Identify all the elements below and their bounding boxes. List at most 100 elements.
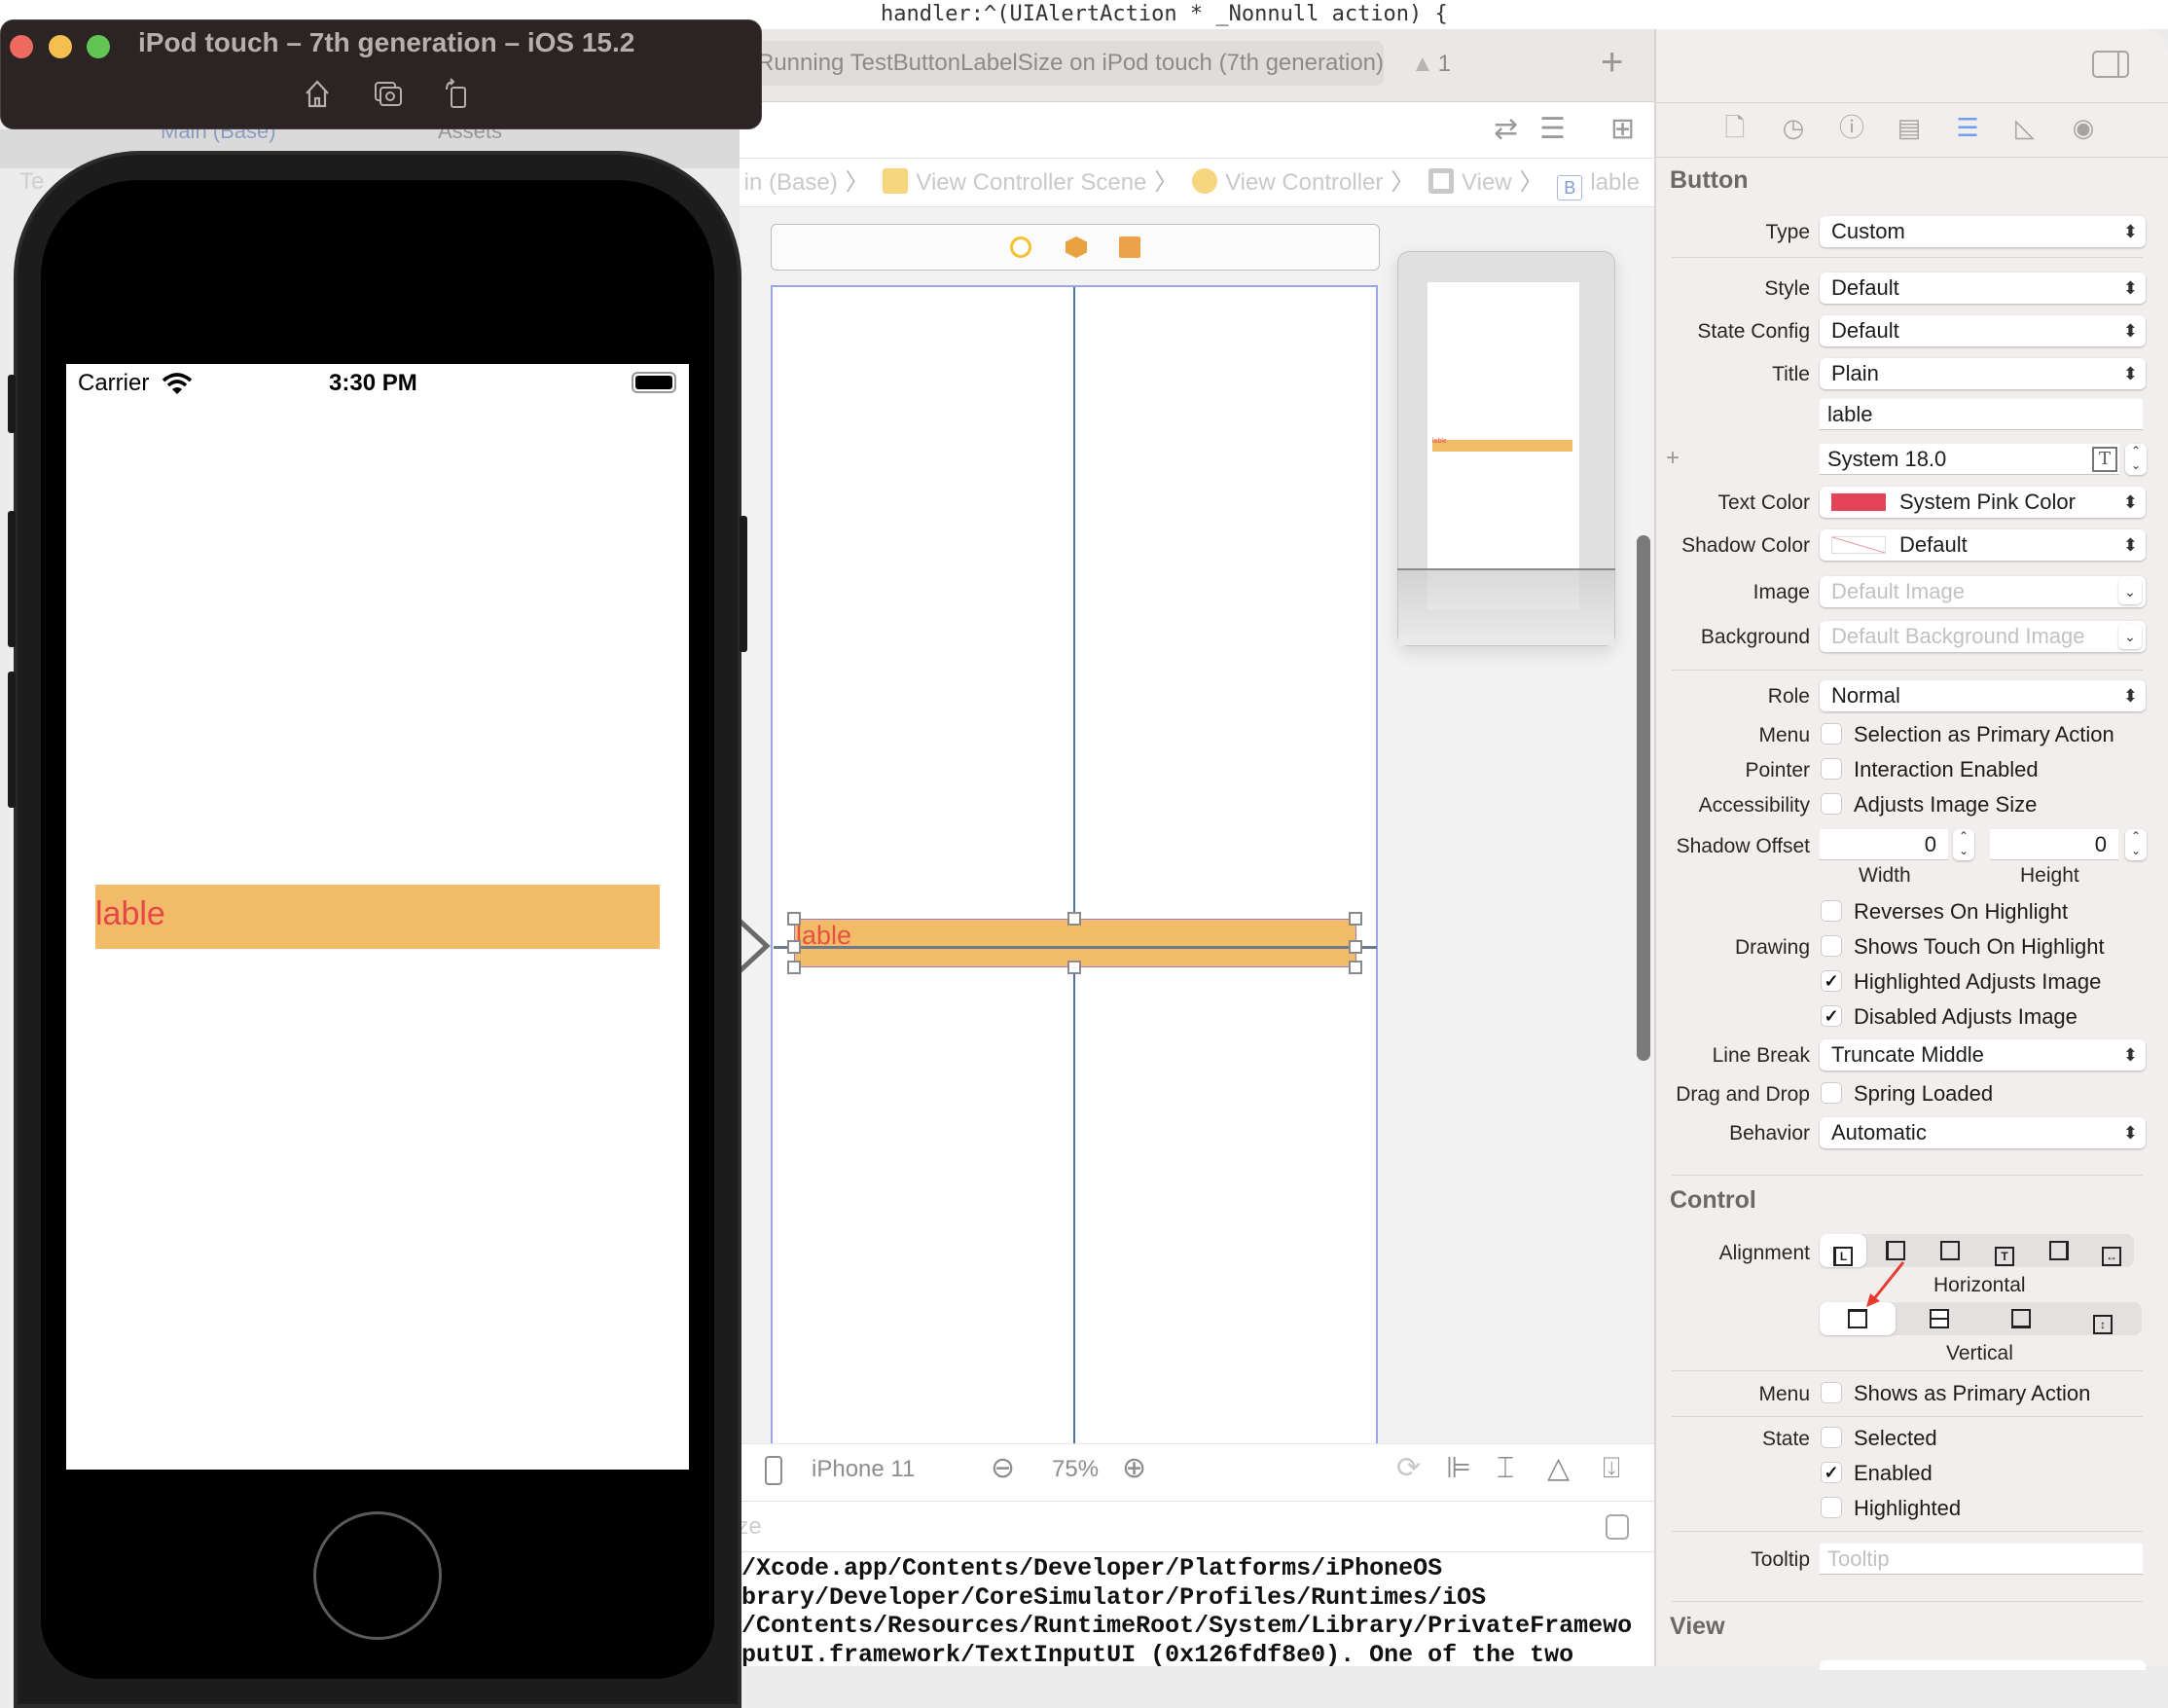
shows-touch-checkbox[interactable] [1821, 935, 1842, 957]
highlighted-adjusts-image-checkbox[interactable]: ✓ [1821, 970, 1842, 992]
breadcrumb-item[interactable]: in (Base) [744, 169, 838, 196]
breadcrumb-item[interactable]: View Controller [1225, 169, 1383, 196]
type-label: Type [1765, 221, 1810, 243]
home-icon[interactable] [303, 78, 332, 109]
view-popup-partial[interactable] [1820, 1660, 2146, 1670]
file-inspector-icon[interactable]: 🗋 [1720, 113, 1750, 142]
disabled-adjusts-image-checkbox[interactable]: ✓ [1821, 1005, 1842, 1027]
resize-handle[interactable] [1349, 940, 1362, 954]
zoom-button[interactable] [87, 35, 110, 58]
shadow-width-field[interactable]: 0 [1820, 829, 1948, 860]
resize-handle[interactable] [1067, 961, 1081, 974]
shadow-height-field[interactable]: 0 [1990, 829, 2118, 860]
editor-options-icon[interactable]: ☰ [1539, 115, 1566, 144]
device-selector[interactable]: iPhone 11 [812, 1456, 915, 1483]
type-popup[interactable]: Custom ⬍ [1820, 216, 2146, 247]
background-combo[interactable]: Default Background Image ⌄ [1820, 621, 2146, 652]
pointer-interaction-checkbox[interactable] [1821, 758, 1842, 780]
align-vfill-icon[interactable]: ↕ [2065, 1302, 2141, 1335]
enabled-checkbox[interactable]: ✓ [1821, 1462, 1842, 1483]
resize-handle[interactable] [787, 961, 801, 974]
warning-icon: ▲ [1411, 51, 1434, 77]
line-break-popup[interactable]: Truncate Middle ⬍ [1820, 1039, 2146, 1071]
align-right-icon[interactable] [2036, 1234, 2082, 1267]
selection-primary-action-checkbox[interactable] [1821, 723, 1842, 745]
console-line: ions/Xcode.app/Contents/Developer/Platfo… [683, 1554, 1443, 1582]
align-middle-icon[interactable] [1901, 1302, 1977, 1335]
breadcrumb-item[interactable]: View Controller Scene [916, 169, 1146, 196]
resize-handle[interactable] [1067, 912, 1081, 926]
behavior-popup[interactable]: Automatic ⬍ [1820, 1117, 2146, 1148]
wifi-icon [162, 373, 193, 394]
screenshot-icon[interactable] [374, 78, 403, 109]
home-button[interactable] [313, 1511, 442, 1640]
shows-primary-action-checkbox[interactable] [1821, 1382, 1842, 1403]
reverses-on-highlight-checkbox[interactable] [1821, 900, 1842, 922]
add-variation-icon[interactable]: + [1666, 445, 1680, 472]
zoom-in-icon[interactable]: ⊕ [1122, 1452, 1146, 1485]
align-bottom-icon[interactable] [1983, 1302, 2059, 1335]
align-natural-icon[interactable]: T [1981, 1234, 2028, 1267]
identity-inspector-icon[interactable]: ▤ [1895, 113, 1924, 142]
view-controller-icon[interactable] [1010, 236, 1031, 258]
font-size-stepper[interactable]: ⌃ ⌄ [2125, 444, 2147, 475]
add-constraints-icon[interactable]: ⌶ [1497, 1452, 1514, 1485]
chevron-down-icon[interactable]: ⌄ [2118, 579, 2142, 604]
add-tab-button[interactable]: + [1601, 43, 1623, 82]
resize-handle[interactable] [787, 912, 801, 926]
minimize-button[interactable] [49, 35, 72, 58]
text-color-popup[interactable]: System Pink Color ⬍ [1820, 487, 2146, 518]
align-icon[interactable]: ⊫ [1446, 1452, 1471, 1485]
add-editor-icon[interactable]: ⊞ [1610, 115, 1635, 144]
image-combo[interactable]: Default Image ⌄ [1820, 576, 2146, 607]
breadcrumb-item[interactable]: View [1462, 169, 1512, 196]
shadow-color-popup[interactable]: Default ⬍ [1820, 529, 2146, 561]
resolve-issues-icon[interactable]: △ [1547, 1452, 1570, 1485]
breadcrumb-project[interactable]: Te [19, 168, 44, 196]
highlighted-checkbox[interactable] [1821, 1497, 1842, 1518]
pointer-label: Pointer [1745, 759, 1810, 781]
chevron-down-icon[interactable]: ⌄ [2118, 624, 2142, 649]
simulator-button[interactable] [95, 885, 660, 949]
resize-handle[interactable] [787, 940, 801, 954]
swap-icon[interactable]: ⇄ [1494, 115, 1518, 144]
sidebar-toggle-icon[interactable] [2092, 51, 2129, 78]
shadow-height-stepper[interactable]: ⌃ ⌄ [2125, 829, 2147, 860]
tooltip-field[interactable]: Tooltip [1820, 1544, 2143, 1575]
align-fill-icon[interactable]: ↔ [2090, 1234, 2133, 1267]
breadcrumb-item[interactable]: lable [1590, 169, 1640, 196]
device-icon[interactable] [765, 1456, 782, 1485]
attributes-inspector-icon[interactable]: ☰ [1953, 113, 1982, 142]
connections-inspector-icon[interactable]: ◉ [2069, 113, 2098, 142]
debug-filter-bar [740, 1502, 1654, 1552]
align-center-icon[interactable] [1927, 1234, 1973, 1267]
title-text-field[interactable]: lable [1820, 399, 2143, 430]
style-popup[interactable]: Default ⬍ [1820, 273, 2146, 304]
debug-area-toggle-icon[interactable] [1606, 1514, 1629, 1540]
rotate-icon[interactable] [443, 78, 472, 109]
close-button[interactable] [10, 35, 33, 58]
exit-icon[interactable] [1119, 236, 1140, 258]
selected-checkbox[interactable] [1821, 1427, 1842, 1448]
font-field[interactable]: System 18.0 T [1820, 444, 2119, 475]
shadow-width-stepper[interactable]: ⌃ ⌄ [1953, 829, 1974, 860]
resize-handle[interactable] [1349, 961, 1362, 974]
spring-loaded-checkbox[interactable] [1821, 1082, 1842, 1104]
font-picker-icon[interactable]: T [2092, 447, 2117, 472]
run-status[interactable]: Running TestButtonLabelSize on iPod touc… [749, 41, 1384, 86]
vertical-caption: Vertical [1946, 1342, 2013, 1364]
history-inspector-icon[interactable]: ◷ [1779, 113, 1808, 142]
quick-help-icon[interactable]: ⓘ [1837, 113, 1866, 142]
adjusts-image-size-checkbox[interactable] [1821, 793, 1842, 815]
state-config-popup[interactable]: Default ⬍ [1820, 315, 2146, 346]
size-inspector-icon[interactable]: ◺ [2010, 113, 2040, 142]
title-popup[interactable]: Plain ⬍ [1820, 358, 2146, 389]
warning-badge[interactable]: ▲ 1 [1411, 51, 1451, 78]
update-frames-icon[interactable]: ⟳ [1396, 1452, 1421, 1485]
resize-handle[interactable] [1349, 912, 1362, 926]
role-popup[interactable]: Normal ⬍ [1820, 680, 2146, 711]
divider [1672, 1601, 2143, 1602]
embed-in-icon[interactable]: ⍗ [1603, 1452, 1620, 1485]
align-leading-icon[interactable]: L [1820, 1234, 1866, 1267]
zoom-out-icon[interactable]: ⊖ [991, 1452, 1015, 1485]
